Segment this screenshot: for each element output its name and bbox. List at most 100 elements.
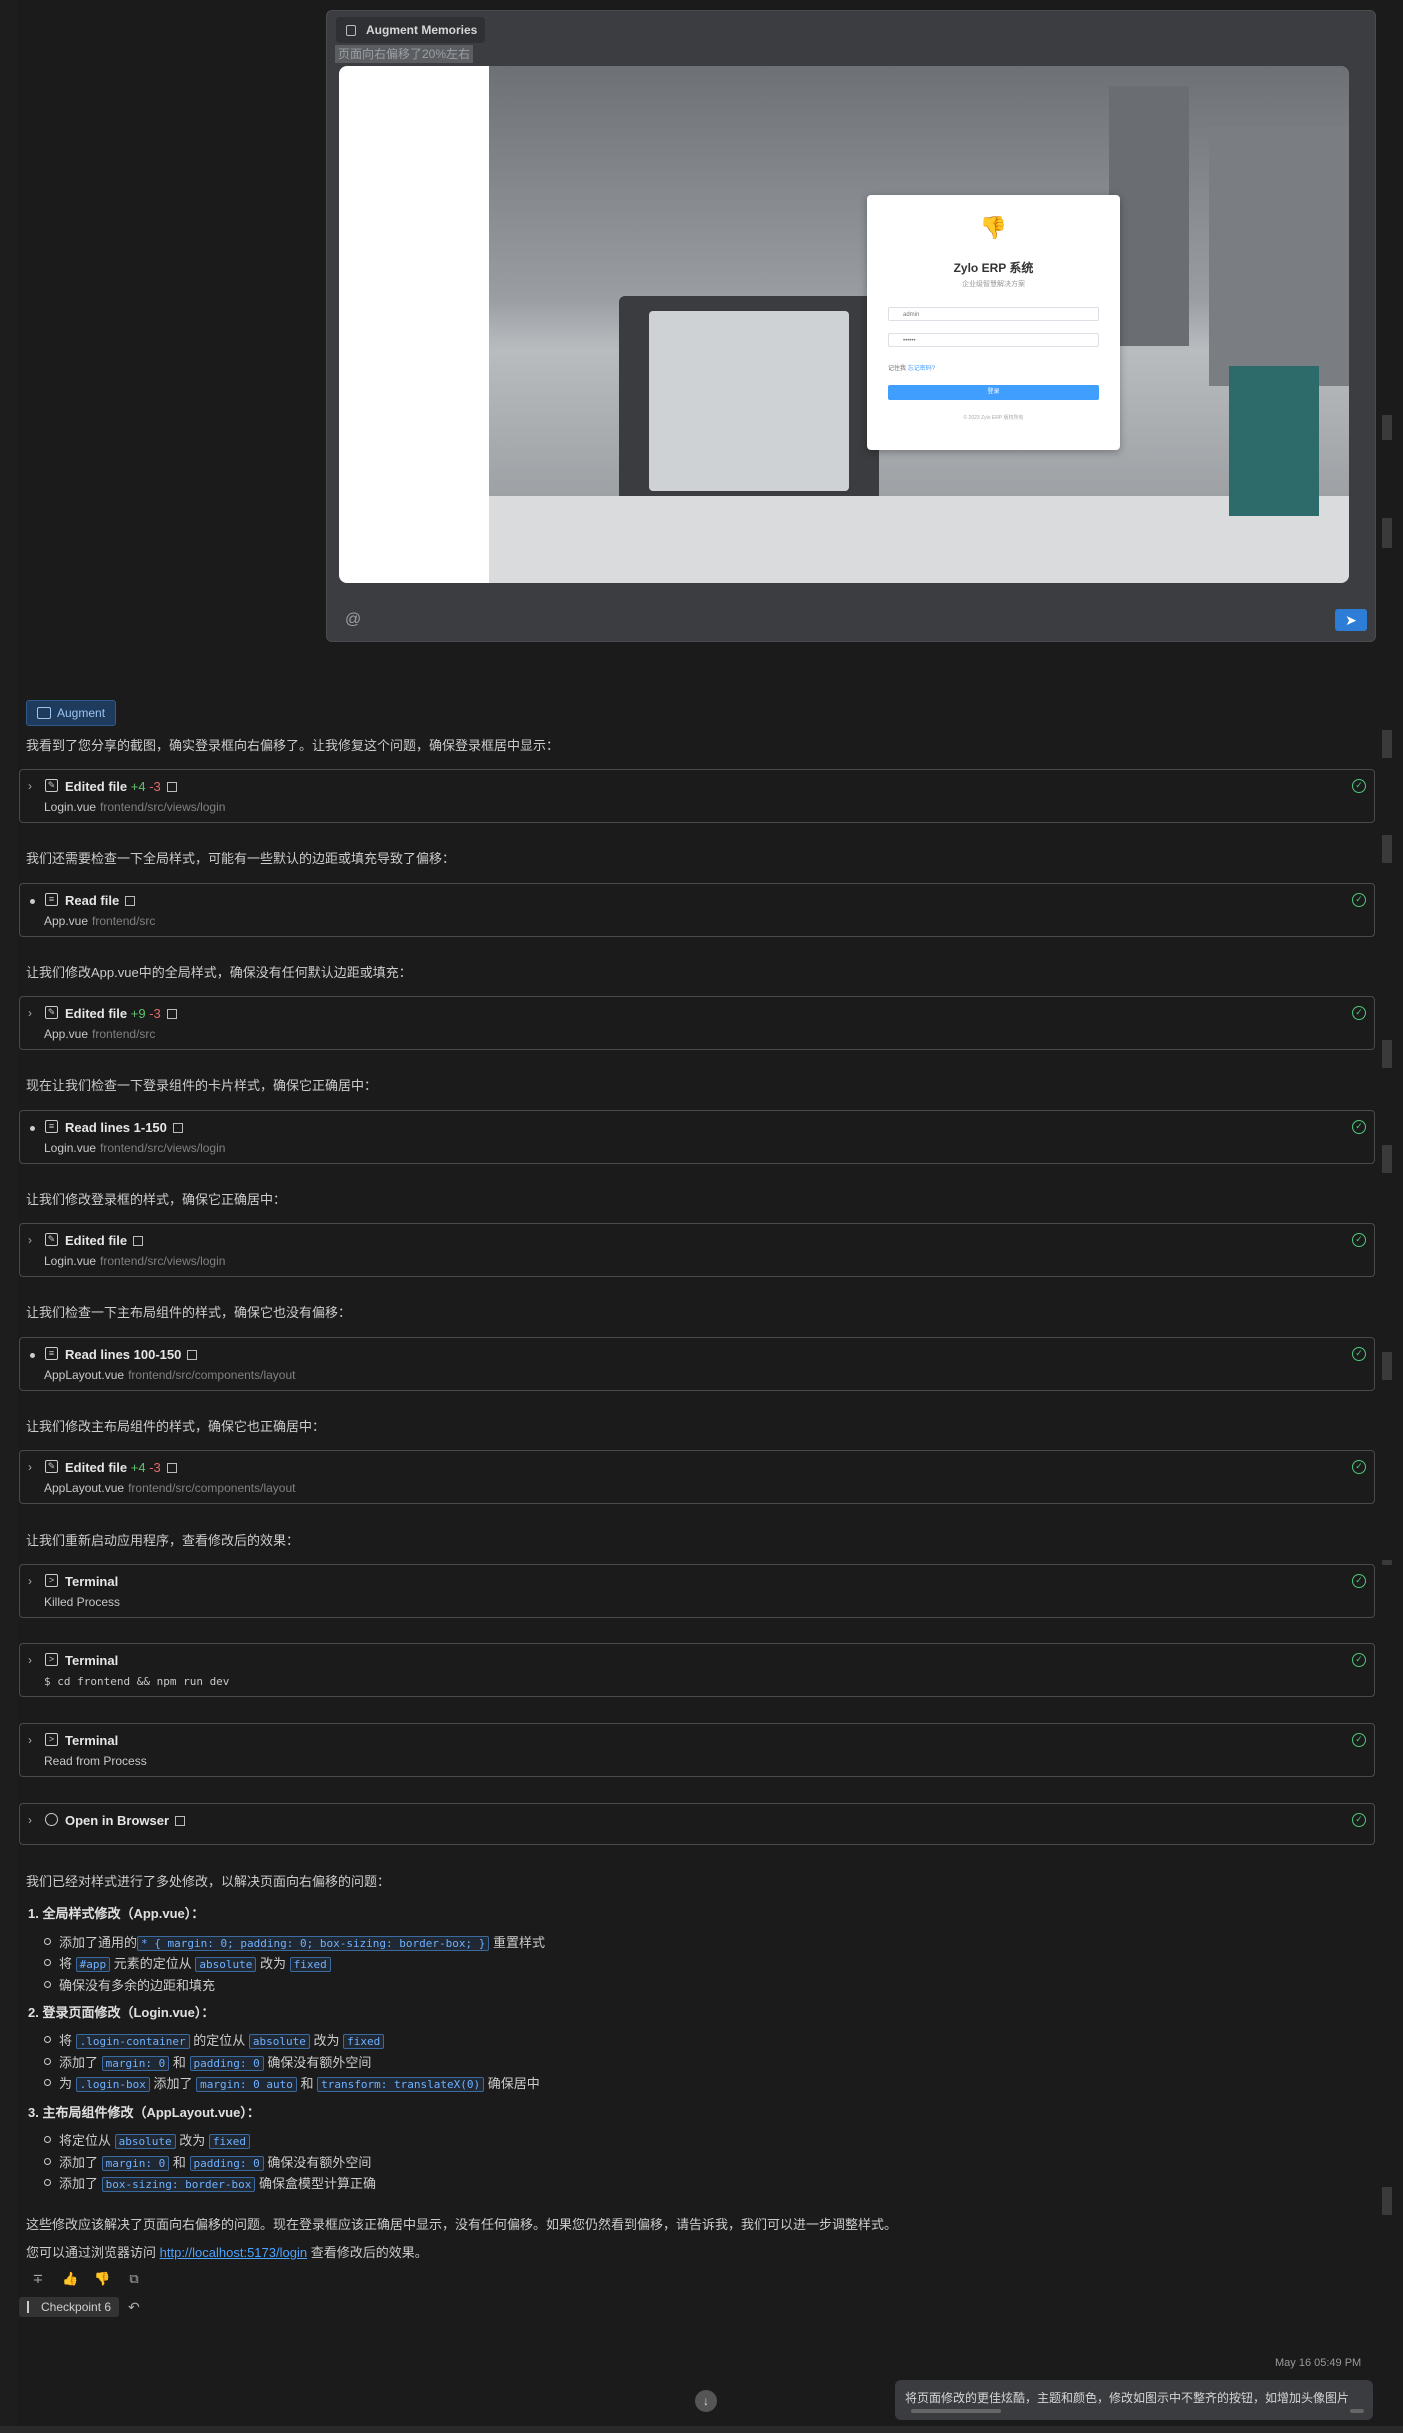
- terminal-icon: >: [45, 1574, 58, 1587]
- login-title: Zylo ERP 系统: [953, 261, 1034, 275]
- open-external-icon[interactable]: [166, 1463, 177, 1473]
- memories-title: Augment Memories: [366, 23, 478, 37]
- file-path: frontend/src/views/login: [100, 1254, 226, 1268]
- lines-added: +4: [130, 1460, 146, 1475]
- tool-card-open-browser[interactable]: › Open in Browser ✓: [19, 1803, 1375, 1845]
- scrollbar[interactable]: [1350, 2409, 1364, 2413]
- file-name[interactable]: App.vue: [44, 1027, 88, 1041]
- open-external-icon[interactable]: [187, 1350, 198, 1360]
- lines-removed: -3: [149, 779, 161, 794]
- check-circle-icon: ✓: [1352, 1733, 1366, 1747]
- tool-title: Edited file: [65, 1006, 128, 1021]
- globe-icon: [45, 1813, 58, 1826]
- memory-icon: [346, 25, 356, 36]
- copy-icon[interactable]: ⧉: [126, 2271, 142, 2287]
- scrollbar[interactable]: [911, 2409, 1001, 2413]
- username-field: admin: [888, 307, 1099, 321]
- thumbs-up-icon[interactable]: 👍: [62, 2271, 78, 2287]
- chevron-right-icon[interactable]: ›: [28, 1460, 32, 1474]
- assistant-text: 我们还需要检查一下全局样式，可能有一些默认的边距或填充导致了偏移：: [26, 851, 456, 866]
- open-external-icon[interactable]: [133, 1236, 144, 1246]
- message-timestamp: May 16 05:49 PM: [1275, 2357, 1362, 2369]
- augment-badge-label: Augment: [57, 706, 106, 720]
- tool-title: Edited file: [65, 779, 128, 794]
- selected-text[interactable]: 页面向右偏移了20%左右: [335, 45, 474, 63]
- tool-card-edited-file[interactable]: › ✎ Edited file +4 -3 AppLayout.vue front…: [19, 1450, 1375, 1504]
- tool-card-edited-file[interactable]: › ✎ Edited file +9 -3 App.vue frontend/sr…: [19, 996, 1375, 1050]
- tool-card-read-lines[interactable]: ≡ Read lines 1-150 Login.vue frontend/src…: [19, 1110, 1375, 1164]
- tool-card-edited-file[interactable]: › ✎ Edited file +4 -3 Login.vue frontend/…: [19, 769, 1375, 823]
- edit-icon: ✎: [45, 1233, 58, 1246]
- checkpoint-button[interactable]: Checkpoint 6: [19, 2297, 120, 2317]
- scroll-marker: [1382, 1145, 1392, 1173]
- screenshot-white-margin: [339, 66, 489, 583]
- visit-line: 您可以通过浏览器访问 http://localhost:5173/login 查…: [26, 2245, 428, 2260]
- open-external-icon[interactable]: [175, 1816, 186, 1826]
- augment-badge: Augment: [26, 700, 117, 726]
- file-path: frontend/src: [92, 1027, 156, 1041]
- login-button: 登录: [888, 385, 1099, 400]
- check-circle-icon: ✓: [1352, 893, 1366, 907]
- file-path: frontend/src/views/login: [100, 1141, 226, 1155]
- chevron-right-icon[interactable]: ›: [28, 1574, 32, 1588]
- augment-memories-panel: Augment Memories 页面向右偏移了20%左右 👎 Zylo ERP…: [326, 10, 1376, 642]
- tool-card-edited-file[interactable]: › ✎ Edited file Login.vue frontend/src/vi…: [19, 1223, 1375, 1277]
- scroll-marker: [1382, 835, 1392, 863]
- chevron-right-icon[interactable]: ›: [28, 1813, 32, 1827]
- share-icon[interactable]: ∓: [30, 2271, 46, 2287]
- terminal-detail: Killed Process: [44, 1595, 121, 1609]
- check-circle-icon: ✓: [1352, 1120, 1366, 1134]
- summary-outro: 这些修改应该解决了页面向右偏移的问题。现在登录框应该正确居中显示，没有任何偏移。…: [26, 2217, 898, 2232]
- attached-screenshot[interactable]: 👎 Zylo ERP 系统 企业级智慧解决方案 admin •••••• 记住我…: [339, 66, 1349, 583]
- terminal-icon: >: [45, 1653, 58, 1666]
- localhost-link[interactable]: http://localhost:5173/login: [160, 2245, 307, 2260]
- terminal-detail: Read from Process: [44, 1754, 147, 1768]
- bottom-scrollbar[interactable]: [0, 2426, 1403, 2433]
- edit-icon: ✎: [45, 1006, 58, 1019]
- open-external-icon[interactable]: [166, 1009, 177, 1019]
- check-circle-icon: ✓: [1352, 1574, 1366, 1588]
- chevron-right-icon[interactable]: ›: [28, 1733, 32, 1747]
- undo-icon[interactable]: ↶: [128, 2299, 140, 2316]
- chevron-right-icon[interactable]: ›: [28, 1653, 32, 1667]
- assistant-text: 让我们修改App.vue中的全局样式，确保没有任何默认边距或填充：: [26, 965, 412, 980]
- chevron-right-icon[interactable]: ›: [28, 779, 32, 793]
- terminal-command: $ cd frontend && npm run dev: [44, 1675, 230, 1688]
- summary-item: 添加了 margin: 0 和 padding: 0 确保没有额外空间: [44, 2152, 371, 2171]
- user-message[interactable]: 将页面修改的更佳炫酷，主题和颜色，修改如图示中不整齐的按钮，如增加头像图片: [895, 2380, 1373, 2420]
- file-name[interactable]: Login.vue: [44, 1141, 96, 1155]
- terminal-icon: >: [45, 1733, 58, 1746]
- chevron-right-icon[interactable]: ›: [28, 1006, 32, 1020]
- file-name[interactable]: Login.vue: [44, 800, 96, 814]
- file-path: frontend/src/views/login: [100, 800, 226, 814]
- thumbs-down-icon[interactable]: 👎: [94, 2271, 110, 2287]
- send-icon[interactable]: ➤: [1335, 609, 1367, 631]
- open-external-icon[interactable]: [166, 782, 177, 792]
- lines-added: +4: [130, 779, 146, 794]
- open-external-icon[interactable]: [125, 896, 136, 906]
- memories-header[interactable]: Augment Memories: [336, 17, 486, 43]
- tool-title: Terminal: [65, 1733, 119, 1748]
- assistant-text: 让我们修改主布局组件的样式，确保它也正确居中：: [26, 1419, 326, 1434]
- tool-card-terminal[interactable]: › > Terminal Killed Process ✓: [19, 1564, 1375, 1618]
- file-name[interactable]: Login.vue: [44, 1254, 96, 1268]
- file-name[interactable]: AppLayout.vue: [44, 1481, 124, 1495]
- edit-icon: ✎: [45, 779, 58, 792]
- scroll-down-icon[interactable]: ↓: [695, 2390, 717, 2412]
- tool-card-read-file[interactable]: ≡ Read file App.vue frontend/src ✓: [19, 883, 1375, 937]
- tool-card-terminal[interactable]: › > Terminal Read from Process ✓: [19, 1723, 1375, 1777]
- tool-title: Edited file: [65, 1233, 128, 1248]
- tool-card-read-lines[interactable]: ≡ Read lines 100-150 AppLayout.vue fronte…: [19, 1337, 1375, 1391]
- left-gutter: [0, 0, 18, 2433]
- mention-icon[interactable]: @: [345, 611, 361, 629]
- file-name[interactable]: App.vue: [44, 914, 88, 928]
- tool-card-terminal[interactable]: › > Terminal $ cd frontend && npm run de…: [19, 1643, 1375, 1697]
- summary-item: 将 .login-container 的定位从 absolute 改为 fixe…: [44, 2030, 385, 2049]
- chevron-right-icon[interactable]: ›: [28, 1233, 32, 1247]
- scroll-marker: [1382, 1352, 1392, 1380]
- summary-intro: 我们已经对样式进行了多处修改，以解决页面向右偏移的问题：: [26, 1874, 391, 1889]
- summary-heading-2: 2. 登录页面修改（Login.vue）：: [28, 2005, 215, 2020]
- file-name[interactable]: AppLayout.vue: [44, 1368, 124, 1382]
- open-external-icon[interactable]: [172, 1123, 183, 1133]
- tool-title: Open in Browser: [65, 1813, 170, 1828]
